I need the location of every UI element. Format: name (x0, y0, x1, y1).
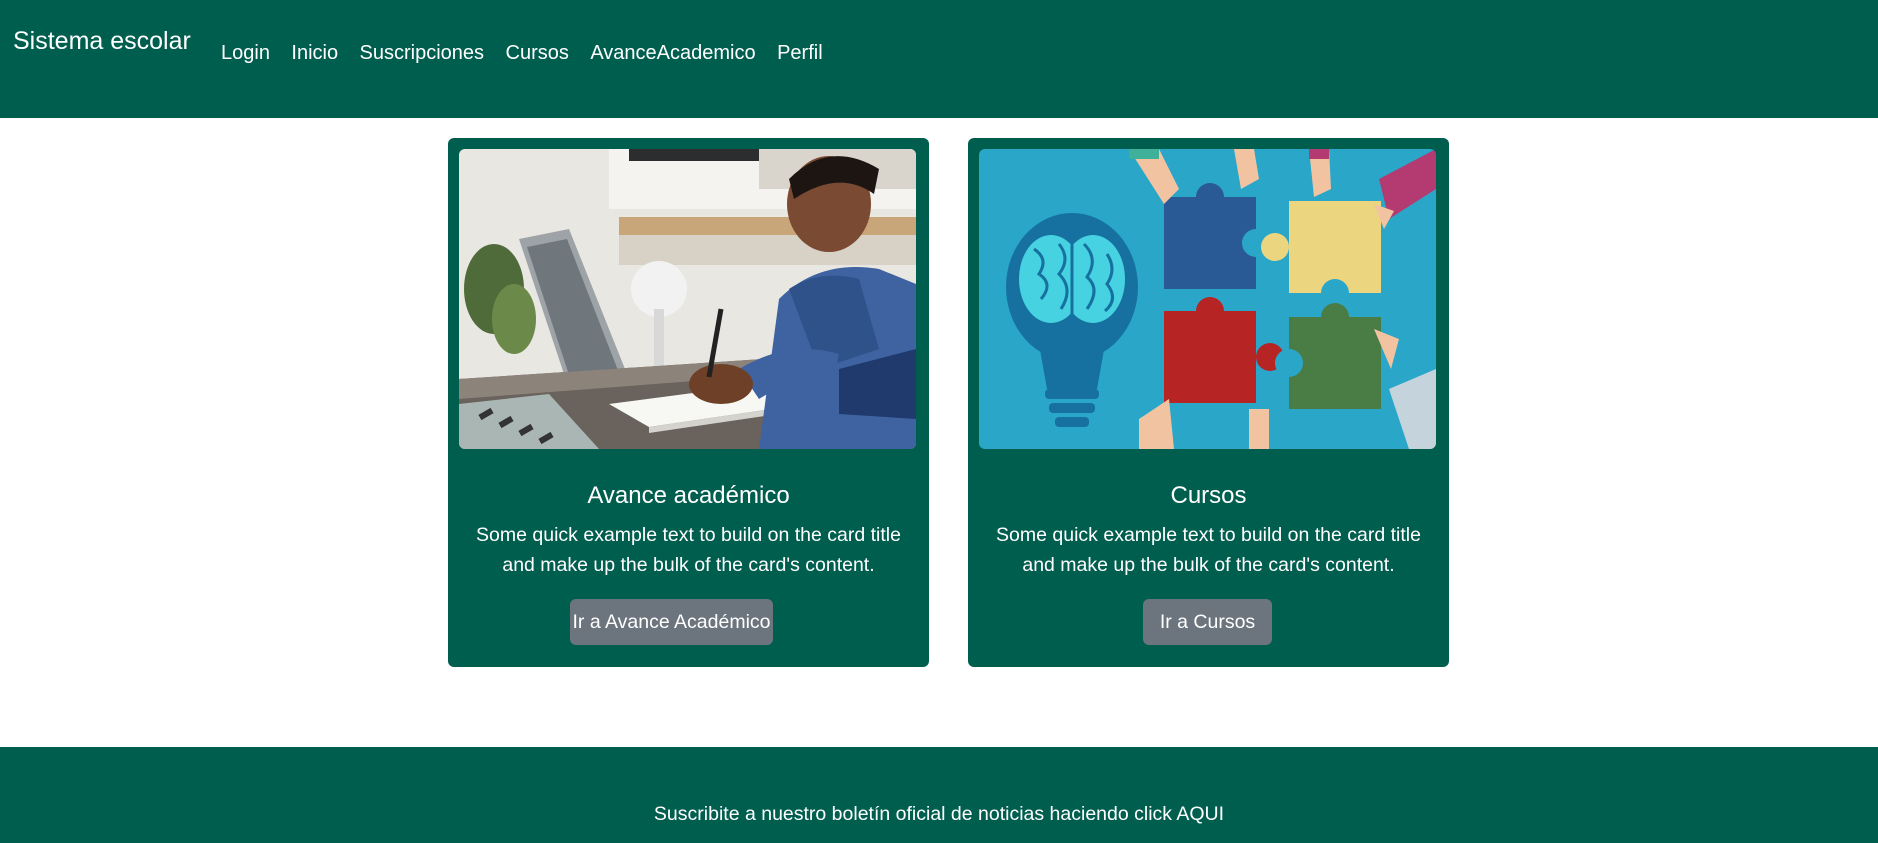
card-avance-academico: Avance académico Some quick example text… (448, 138, 929, 667)
brain-lightbulb-puzzle-illustration (979, 149, 1436, 449)
nav-link-perfil[interactable]: Perfil (777, 41, 823, 65)
nav-link-cursos[interactable]: Cursos (506, 41, 569, 65)
card-title: Avance académico (587, 482, 790, 509)
nav-links: Login Inicio Suscripciones Cursos Avance… (221, 41, 840, 65)
card-title: Cursos (1170, 482, 1247, 509)
nav-link-suscripciones[interactable]: Suscripciones (360, 41, 485, 65)
newsletter-link[interactable]: Suscribite a nuestro boletín oficial de … (0, 802, 1878, 826)
card-cursos: Cursos Some quick example text to build … (968, 138, 1449, 667)
brand-link[interactable]: Sistema escolar (13, 27, 191, 56)
card-text: Some quick example text to build on the … (476, 524, 901, 576)
card-text: Some quick example text to build on the … (996, 524, 1421, 576)
ir-a-cursos-button[interactable]: Ir a Cursos (1143, 599, 1272, 645)
navbar: Sistema escolar Login Inicio Suscripcion… (0, 0, 1878, 118)
nav-link-login[interactable]: Login (221, 41, 270, 65)
nav-link-inicio[interactable]: Inicio (291, 41, 338, 65)
person-writing-at-laptop-photo (459, 149, 916, 449)
nav-link-avance-academico[interactable]: AvanceAcademico (590, 41, 755, 65)
ir-a-avance-academico-button[interactable]: Ir a Avance Académico (570, 599, 773, 645)
footer: Suscribite a nuestro boletín oficial de … (0, 747, 1878, 843)
